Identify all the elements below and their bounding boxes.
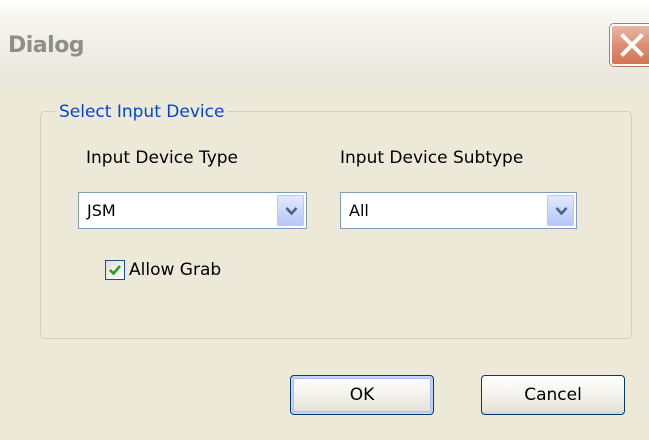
input-device-type-label: Input Device Type [86, 148, 239, 168]
input-device-subtype-dropdown-button[interactable] [547, 195, 574, 226]
close-button[interactable] [610, 24, 649, 66]
group-legend: Select Input Device [55, 101, 229, 123]
ok-button[interactable]: OK [290, 375, 434, 415]
input-device-type-value: JSM [87, 201, 116, 220]
input-device-subtype-label: Input Device Subtype [340, 148, 524, 168]
close-icon [620, 33, 644, 57]
input-device-subtype-select[interactable]: All [340, 192, 577, 229]
chevron-down-icon [555, 207, 568, 216]
input-device-type-dropdown-button[interactable] [277, 195, 304, 226]
allow-grab-checkbox[interactable] [105, 260, 125, 280]
input-device-subtype-value: All [349, 201, 369, 220]
chevron-down-icon [285, 207, 298, 216]
cancel-button[interactable]: Cancel [481, 375, 625, 415]
window-title: Dialog [8, 33, 85, 58]
dialog-window: Dialog Select Input Device Input Device … [0, 0, 649, 440]
input-device-type-select[interactable]: JSM [78, 192, 307, 229]
checkmark-icon [109, 265, 121, 276]
title-bar[interactable]: Dialog [0, 0, 649, 88]
allow-grab-label[interactable]: Allow Grab [129, 259, 221, 281]
